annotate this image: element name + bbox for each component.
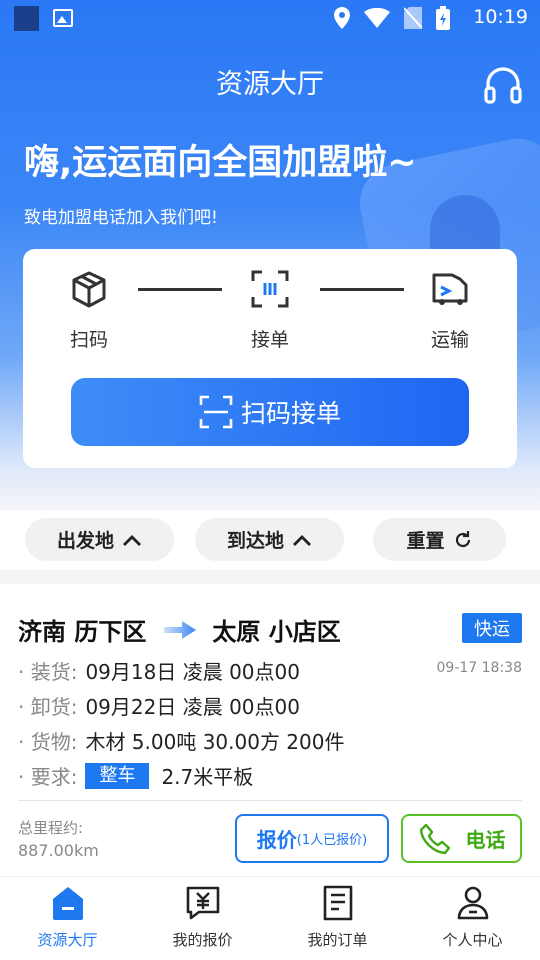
cargo-row: · 货物: 木材 5.00吨 30.00方 200件 bbox=[18, 726, 345, 755]
quote-button[interactable]: 报价 (1人已报价) bbox=[235, 814, 389, 863]
filter-bar: 出发地 到达地 重置 bbox=[0, 510, 540, 570]
page-title: 资源大厅 bbox=[216, 69, 324, 100]
step-scan: 扫码 bbox=[54, 269, 124, 352]
departure-filter[interactable]: 出发地 bbox=[25, 518, 174, 561]
tab-label: 个人中心 bbox=[442, 931, 503, 949]
wifi-icon bbox=[364, 8, 390, 28]
status-bar: 10:19 bbox=[0, 0, 540, 36]
package-icon bbox=[72, 271, 106, 308]
tab-my-orders[interactable]: 我的订单 bbox=[270, 885, 405, 950]
route-destination: 太原 小店区 bbox=[212, 618, 341, 646]
status-time: 10:19 bbox=[473, 6, 528, 28]
quote-chat-icon bbox=[186, 886, 219, 920]
status-icons bbox=[334, 6, 450, 30]
requirement-key: · 要求: bbox=[18, 765, 78, 789]
arrival-filter-label: 到达地 bbox=[226, 530, 284, 552]
step-accept: 接单 bbox=[235, 269, 305, 352]
posted-time: 09-17 18:38 bbox=[436, 660, 522, 676]
tab-resource-hall[interactable]: 资源大厅 bbox=[0, 885, 135, 950]
refresh-icon bbox=[455, 530, 470, 547]
chevron-up-icon bbox=[123, 534, 141, 546]
phone-button[interactable]: 电话 bbox=[401, 814, 522, 863]
reset-label: 重置 bbox=[406, 530, 445, 552]
step-connector bbox=[138, 288, 222, 291]
quote-label: 报价 bbox=[256, 828, 297, 852]
headset-icon[interactable] bbox=[483, 66, 523, 106]
order-card[interactable]: 济南 历下区 太原 小店区 快运 09-17 18:38 · 装货: 09月18… bbox=[0, 584, 540, 876]
unloading-row: · 卸货: 09月22日 凌晨 00点00 bbox=[18, 691, 300, 720]
step-label-transport: 运输 bbox=[430, 329, 469, 351]
bottom-tab-bar: 资源大厅 我的报价 我的订单 个人中心 bbox=[0, 876, 540, 960]
unloading-value: 09月22日 凌晨 00点00 bbox=[85, 695, 300, 719]
divider bbox=[18, 800, 522, 801]
document-icon bbox=[323, 885, 352, 921]
scan-accept-button[interactable]: 扫码接单 bbox=[71, 378, 469, 446]
express-tag: 快运 bbox=[462, 613, 522, 643]
departure-filter-label: 出发地 bbox=[56, 530, 114, 552]
requirement-row: · 要求: 整车 2.7米平板 bbox=[18, 761, 253, 790]
step-connector bbox=[320, 288, 404, 291]
tab-label: 我的订单 bbox=[307, 931, 368, 949]
user-icon bbox=[457, 886, 488, 920]
banner-subtitle: 致电加盟电话加入我们吧! bbox=[24, 208, 218, 228]
reset-filter-button[interactable]: 重置 bbox=[373, 518, 506, 561]
no-sim-icon bbox=[404, 7, 422, 29]
loading-row: · 装货: 09月18日 凌晨 00点00 bbox=[18, 656, 300, 685]
scan-accept-label: 扫码接单 bbox=[240, 399, 341, 428]
step-label-scan: 扫码 bbox=[69, 329, 108, 351]
step-transport: 运输 bbox=[415, 269, 485, 352]
scan-frame-icon bbox=[251, 270, 289, 308]
app-notification-icon bbox=[14, 6, 39, 31]
truck-icon bbox=[432, 273, 468, 305]
loading-value: 09月18日 凌晨 00点00 bbox=[85, 660, 300, 684]
scan-icon bbox=[199, 395, 233, 429]
phone-icon bbox=[419, 823, 450, 854]
image-notification-icon bbox=[53, 9, 73, 27]
home-icon bbox=[52, 887, 83, 920]
phone-label: 电话 bbox=[465, 828, 506, 852]
unloading-key: · 卸货: bbox=[18, 695, 78, 719]
banner-title: 嗨,运运面向全国加盟啦~ bbox=[24, 143, 417, 183]
distance-value: 887.00km bbox=[18, 841, 99, 860]
tab-label: 资源大厅 bbox=[37, 931, 98, 949]
requirement-value: 2.7米平板 bbox=[161, 765, 254, 789]
chevron-up-icon bbox=[293, 534, 311, 546]
route-origin: 济南 历下区 bbox=[18, 618, 147, 646]
battery-icon bbox=[436, 6, 450, 30]
location-icon bbox=[334, 7, 350, 29]
tab-my-quotes[interactable]: 我的报价 bbox=[135, 885, 270, 950]
tab-label: 我的报价 bbox=[172, 931, 233, 949]
full-truck-tag: 整车 bbox=[85, 762, 150, 789]
tab-profile[interactable]: 个人中心 bbox=[405, 885, 540, 950]
order-flow-card: 扫码 接单 运输 扫码接单 bbox=[23, 249, 517, 468]
route: 济南 历下区 太原 小店区 bbox=[18, 612, 341, 647]
distance-label: 总里程约: bbox=[18, 819, 84, 837]
cargo-key: · 货物: bbox=[18, 730, 78, 754]
arrow-right-icon bbox=[164, 620, 197, 639]
quote-count: (1人已报价) bbox=[296, 833, 368, 848]
arrival-filter[interactable]: 到达地 bbox=[195, 518, 344, 561]
loading-key: · 装货: bbox=[18, 660, 78, 684]
step-label-accept: 接单 bbox=[250, 329, 289, 351]
cargo-value: 木材 5.00吨 30.00方 200件 bbox=[85, 730, 345, 754]
